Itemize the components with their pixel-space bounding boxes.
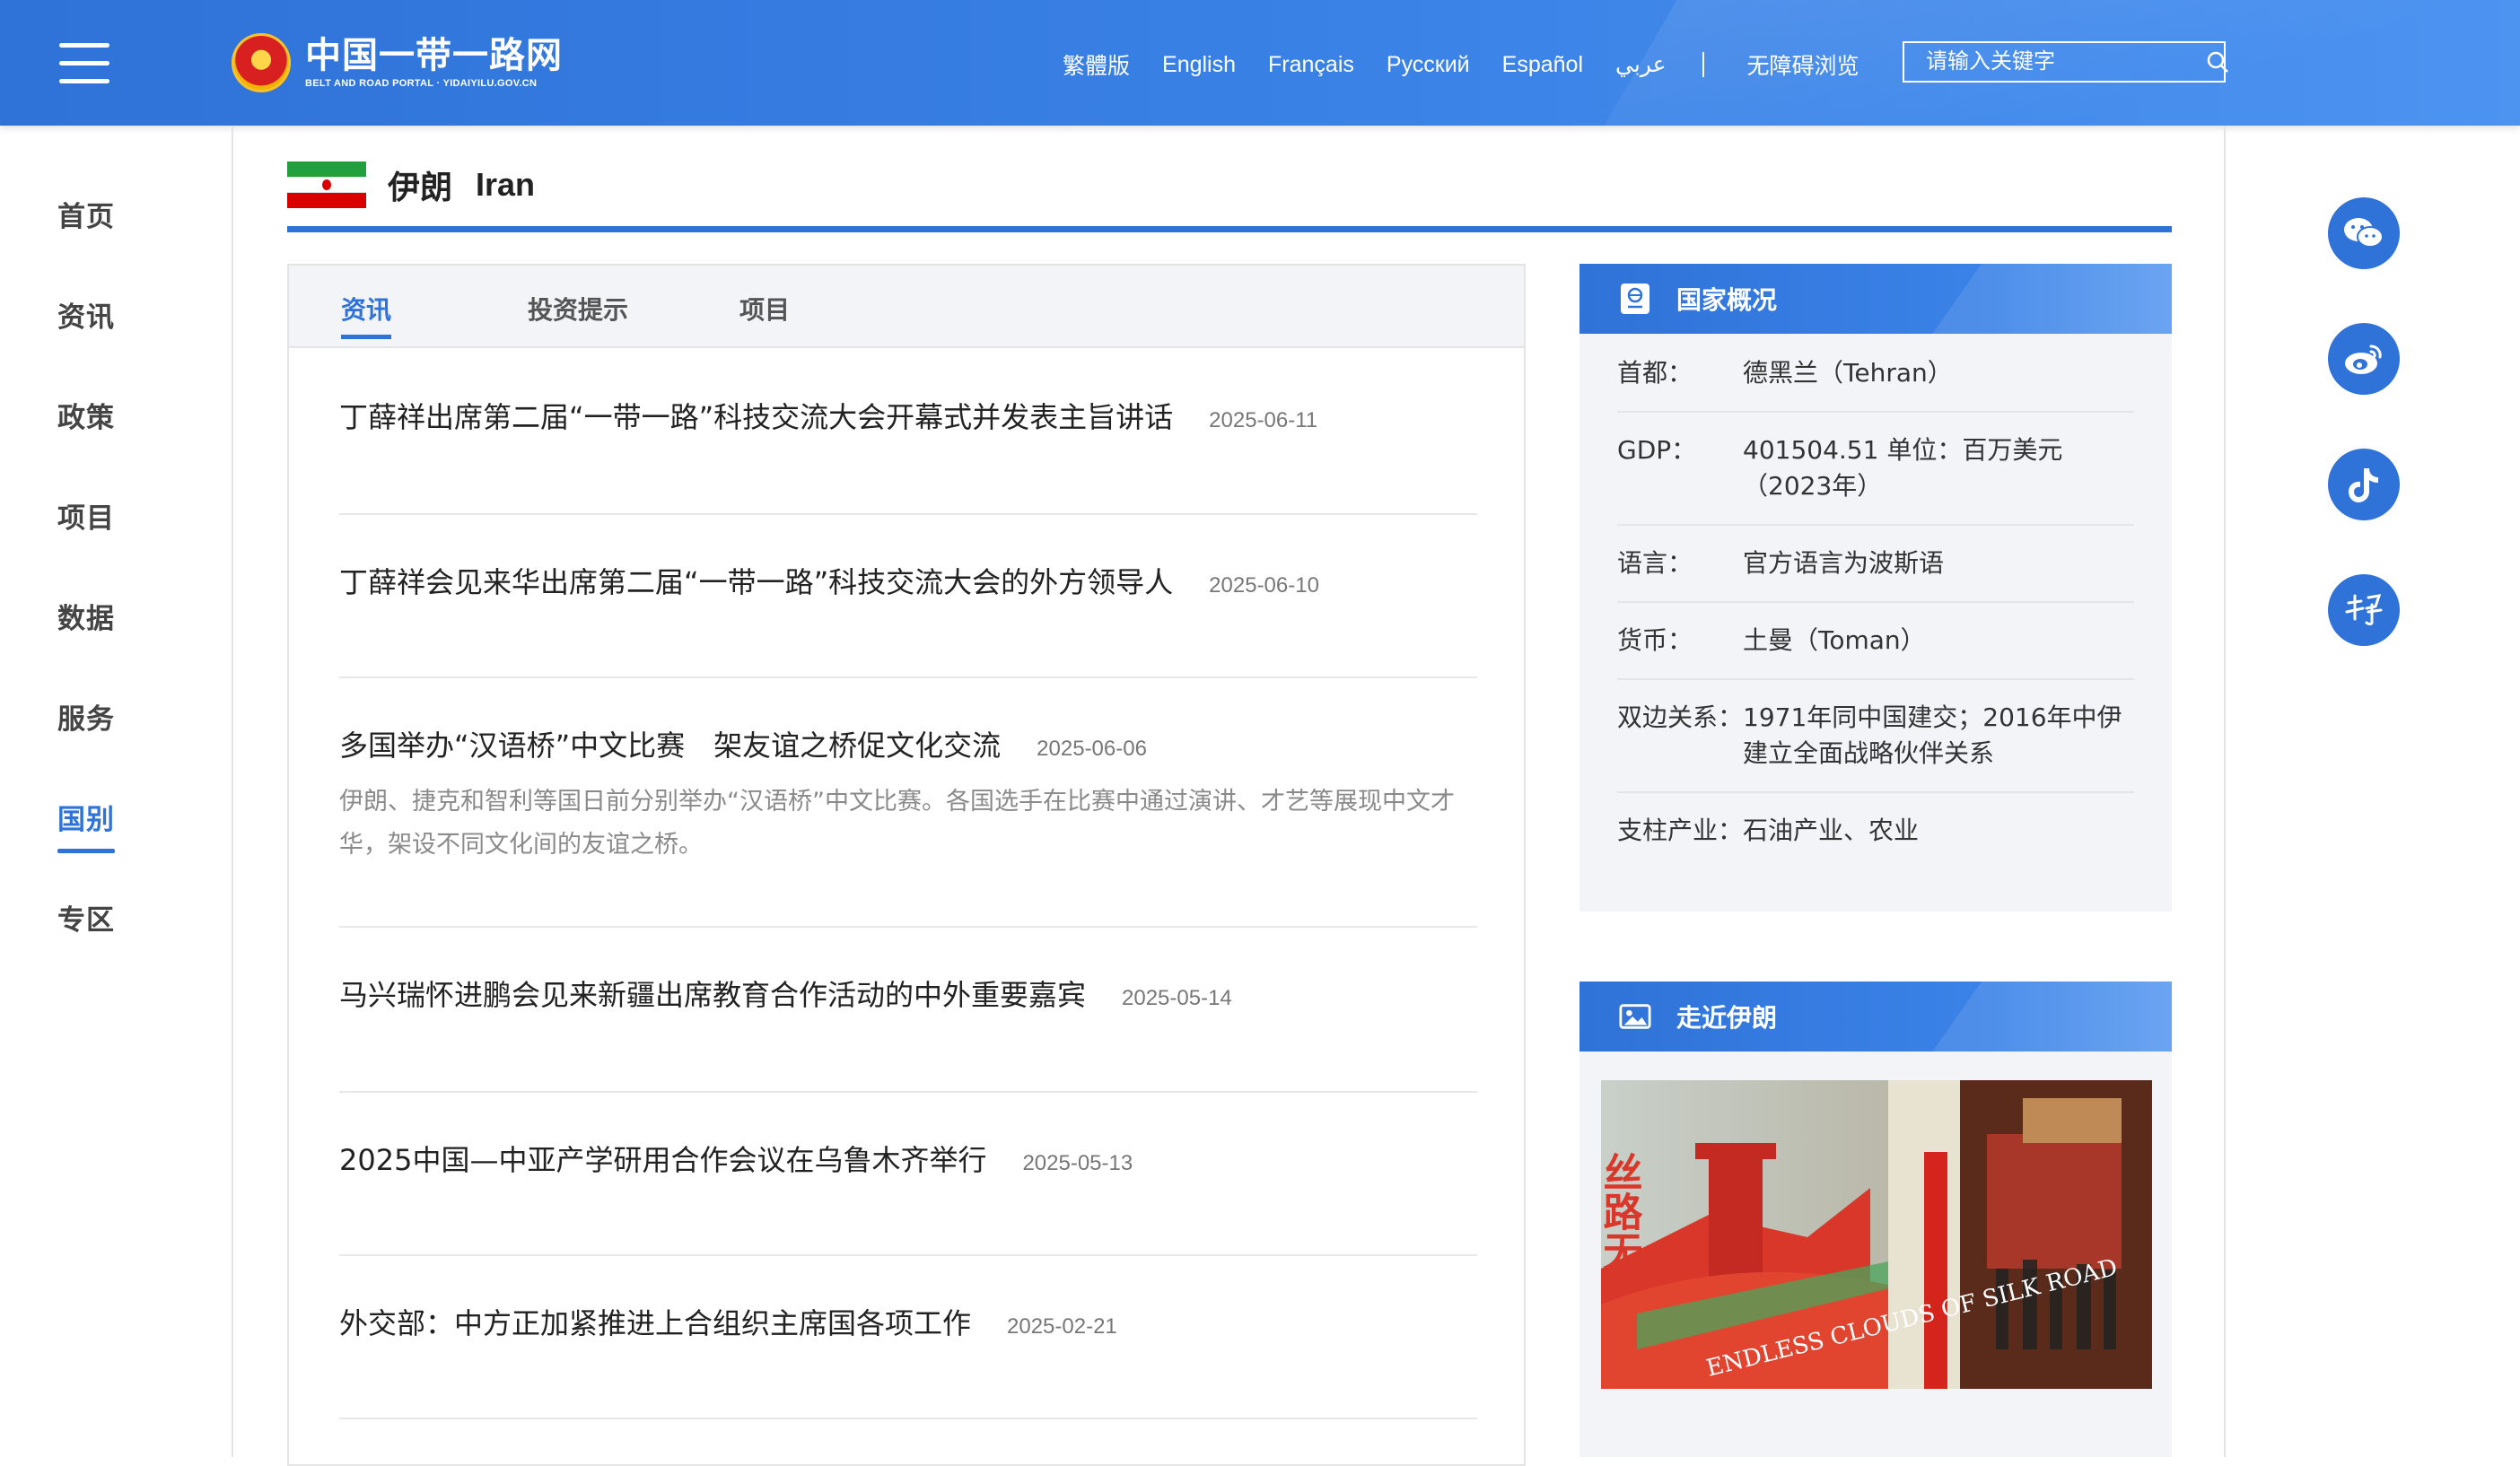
lang-spanish[interactable]: Español: [1502, 52, 1583, 78]
fact-label: 双边关系：: [1617, 702, 1744, 732]
tab-projects[interactable]: 项目: [739, 291, 790, 327]
news-date: 2025-06-11: [1209, 408, 1318, 432]
search-input[interactable]: [1904, 43, 2206, 81]
lang-english[interactable]: English: [1162, 52, 1236, 78]
news-title[interactable]: 丁薛祥会见来华出席第二届“一带一路”科技交流大会的外方领导人: [339, 560, 1173, 601]
news-date: 2025-06-06: [1037, 737, 1147, 761]
fact-row-language: 语言： 官方语言为波斯语: [1617, 526, 2134, 603]
fact-label: 首都：: [1617, 358, 1693, 388]
news-date: 2025-02-21: [1007, 1314, 1117, 1339]
fact-value: 官方语言为波斯语: [1743, 548, 1945, 578]
country-heading: 伊朗 Iran: [287, 161, 536, 209]
news-title[interactable]: 2025中国—中亚产学研用合作会议在乌鲁木齐举行: [339, 1138, 986, 1179]
nav-countries[interactable]: 国别: [57, 797, 115, 853]
overview-facts: 首都： 德黑兰（Tehran） GDP： 401504.51 单位：百万美元（2…: [1579, 334, 2172, 868]
tiktok-icon[interactable]: [2328, 449, 2400, 520]
logo-title: 中国一带一路网: [305, 34, 563, 76]
nav-services[interactable]: 服务: [57, 696, 115, 737]
language-bar: 繁體版 English Français Русский Español عرب…: [1063, 47, 1892, 83]
news-title[interactable]: 马兴瑞怀进鹏会见来新疆出席教育合作活动的中外重要嘉宾: [339, 973, 1086, 1014]
search-box: [1903, 41, 2229, 83]
fact-value: 土曼（Toman）: [1743, 625, 1926, 655]
news-title[interactable]: 多国举办“汉语桥”中文比赛 架友谊之桥促文化交流: [339, 723, 1001, 764]
news-summary: 伊朗、捷克和智利等国日前分别举办“汉语桥”中文比赛。各国选手在比赛中通过演讲、才…: [339, 788, 1455, 859]
xuexi-icon[interactable]: [2328, 574, 2400, 646]
nav-home[interactable]: 首页: [57, 194, 115, 234]
news-tabs: 资讯 投资提示 项目: [289, 266, 1524, 348]
fact-label: GDP：: [1617, 435, 1697, 465]
news-date: 2025-05-13: [1022, 1151, 1133, 1175]
weibo-icon[interactable]: [2328, 323, 2400, 395]
country-name-cn: 伊朗: [388, 170, 453, 206]
news-item: 外交部：中方正加紧推进上合组织主席国各项工作 2025-02-21: [339, 1254, 1477, 1419]
fact-row-relations: 双边关系： 1971年同中国建交；2016年中伊建立全面战略伙伴关系: [1617, 680, 2134, 793]
news-date: 2025-05-14: [1122, 986, 1232, 1010]
overview-title: 国家概况: [1676, 285, 1778, 315]
top-header: 中国一带一路网 BELT AND ROAD PORTAL · YIDAIYILU…: [0, 0, 2520, 126]
nav-policy[interactable]: 政策: [57, 395, 115, 435]
fact-value: 石油产业、农业: [1743, 816, 1920, 845]
news-panel: 资讯 投资提示 项目 丁薛祥出席第二届“一带一路”科技交流大会开幕式并发表主旨讲…: [287, 264, 1526, 1466]
lang-french[interactable]: Français: [1268, 52, 1354, 78]
heading-divider: [287, 226, 2172, 232]
fact-row-industry: 支柱产业： 石油产业、农业: [1617, 793, 2134, 868]
photo-calligraphy: 丝路无: [1601, 1152, 1643, 1270]
passport-icon: [1619, 283, 1651, 315]
news-item: 马兴瑞怀进鹏会见来新疆出席教育合作活动的中外重要嘉宾 2025-05-14: [339, 926, 1477, 1093]
news-item: 多国举办“汉语桥”中文比赛 架友谊之桥促文化交流 2025-06-06 伊朗、捷…: [339, 676, 1477, 928]
accessibility-link[interactable]: 无障碍浏览: [1747, 48, 1859, 81]
nav-news[interactable]: 资讯: [57, 294, 115, 335]
news-item: 丁薛祥出席第二届“一带一路”科技交流大会开幕式并发表主旨讲话 2025-06-1…: [339, 348, 1477, 515]
lang-arabic[interactable]: عربي: [1615, 51, 1667, 78]
fact-value: 德黑兰（Tehran）: [1743, 358, 1953, 388]
news-date: 2025-06-10: [1209, 573, 1319, 598]
country-overview-box: 国家概况 首都： 德黑兰（Tehran） GDP： 401504.51 单位：百…: [1579, 264, 2172, 912]
tab-news[interactable]: 资讯: [341, 291, 392, 339]
news-item: 2025中国—中亚产学研用合作会议在乌鲁木齐举行 2025-05-13: [339, 1091, 1477, 1256]
image-icon: [1619, 1000, 1651, 1033]
lang-traditional-chinese[interactable]: 繁體版: [1063, 48, 1130, 81]
news-item: 丁薛祥会见来华出席第二届“一带一路”科技交流大会的外方领导人 2025-06-1…: [339, 513, 1477, 678]
gallery-title: 走近伊朗: [1676, 1003, 1778, 1033]
fact-value: 401504.51 单位：百万美元（2023年）: [1743, 435, 2063, 501]
lang-russian[interactable]: Русский: [1387, 52, 1470, 78]
nav-data[interactable]: 数据: [57, 596, 115, 636]
hamburger-menu-icon[interactable]: [59, 43, 109, 84]
fact-row-currency: 货币： 土曼（Toman）: [1617, 603, 2134, 680]
nav-special[interactable]: 专区: [57, 897, 115, 938]
fact-row-capital: 首都： 德黑兰（Tehran）: [1617, 334, 2134, 413]
wechat-icon[interactable]: [2328, 197, 2400, 269]
news-title[interactable]: 丁薛祥出席第二届“一带一路”科技交流大会开幕式并发表主旨讲话: [339, 395, 1173, 436]
overview-header: 国家概况: [1579, 264, 2172, 334]
gallery-photo[interactable]: ENDLESS CLOUDS OF SILK ROAD 丝路无: [1601, 1080, 2152, 1389]
gallery-header: 走近伊朗: [1579, 982, 2172, 1052]
fact-value: 1971年同中国建交；2016年中伊建立全面战略伙伴关系: [1743, 702, 2122, 768]
national-emblem-icon: [232, 33, 291, 92]
nav-projects[interactable]: 项目: [57, 495, 115, 536]
search-icon[interactable]: [2206, 43, 2229, 81]
tab-investment[interactable]: 投资提示: [528, 291, 628, 327]
gallery-box: 走近伊朗 ENDLESS CLOUDS OF SILK ROAD 丝路无: [1579, 982, 2172, 1457]
news-title[interactable]: 外交部：中方正加紧推进上合组织主席国各项工作: [339, 1301, 971, 1342]
fact-label: 语言：: [1617, 548, 1693, 578]
country-name-en: Iran: [476, 166, 536, 203]
site-logo[interactable]: 中国一带一路网 BELT AND ROAD PORTAL · YIDAIYILU…: [232, 25, 563, 100]
fact-label: 支柱产业：: [1617, 816, 1744, 845]
logo-subtitle: BELT AND ROAD PORTAL · YIDAIYILU.GOV.CN: [305, 78, 538, 89]
lang-divider: [1702, 52, 1704, 77]
fact-label: 货币：: [1617, 625, 1693, 655]
fact-row-gdp: GDP： 401504.51 单位：百万美元（2023年）: [1617, 413, 2134, 526]
iran-flag-icon: [287, 161, 366, 209]
